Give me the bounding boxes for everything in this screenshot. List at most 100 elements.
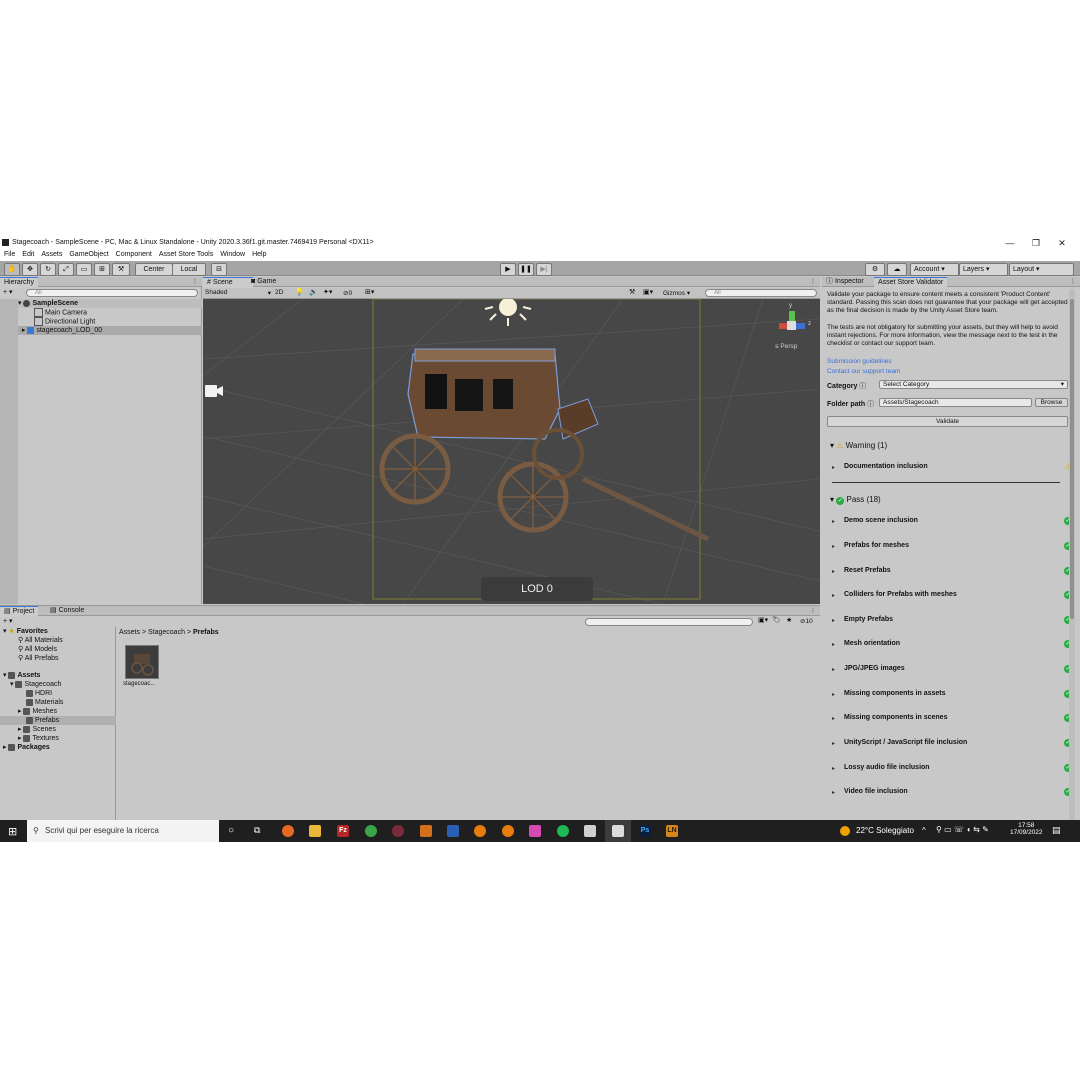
tray-chevron-icon[interactable]: ^ <box>922 826 926 835</box>
pass-item[interactable]: ▸ Reset Prefabs ✓ <box>832 566 1072 578</box>
pass-section-header[interactable]: ▾ ✓ Pass (18) <box>830 495 881 505</box>
stagecoach-model[interactable] <box>379 348 710 542</box>
favorite-all-materials[interactable]: ⚲ All Materials <box>18 636 63 645</box>
folder-hdri[interactable]: HDRI <box>26 689 52 698</box>
task-view-icon[interactable]: ⧉ <box>254 825 260 836</box>
pass-item[interactable]: ▸ Prefabs for meshes ✓ <box>832 541 1072 553</box>
menu-asset-store-tools[interactable]: Asset Store Tools <box>159 249 213 261</box>
project-search-input[interactable] <box>585 618 753 626</box>
create-asset-icon[interactable]: + ▾ <box>3 617 13 625</box>
breadcrumb-prefabs[interactable]: Prefabs <box>193 629 219 636</box>
validate-button[interactable]: Validate <box>827 416 1068 427</box>
folder-path-input[interactable]: Assets/Stagecoach <box>879 398 1032 407</box>
audio-icon[interactable]: 🔊 <box>309 288 318 296</box>
camera-icon[interactable]: ▣▾ <box>643 288 653 296</box>
favorite-icon[interactable]: ★ <box>786 616 792 624</box>
cloud-icon[interactable]: ☁ <box>887 263 907 276</box>
scene-search-input[interactable]: All <box>705 289 817 297</box>
toggle-2d-button[interactable]: 2D <box>275 289 283 296</box>
notification-icon[interactable]: ▤ <box>1052 825 1061 836</box>
breadcrumb-assets[interactable]: Assets <box>119 629 140 636</box>
pass-item[interactable]: ▸ Mesh orientation ✓ <box>832 639 1072 651</box>
transform-tool-icon[interactable]: ⊞ <box>94 263 110 276</box>
scale-tool-icon[interactable]: ⤢ <box>58 263 74 276</box>
orientation-gizmo[interactable]: y z ≤ Persp <box>775 303 815 353</box>
pass-item[interactable]: ▸ Demo scene inclusion ✓ <box>832 516 1072 528</box>
help-icon[interactable]: ⓘ <box>867 401 874 408</box>
pause-button[interactable]: ❚❚ <box>518 263 534 276</box>
menu-file[interactable]: File <box>4 249 15 261</box>
folder-scenes[interactable]: ▸ Scenes <box>18 725 56 734</box>
app-icon[interactable]: LN <box>666 825 678 837</box>
pass-item[interactable]: ▸ Video file inclusion ✓ <box>832 787 1072 799</box>
favorites-header[interactable]: ▾ ★ Favorites <box>3 627 48 636</box>
breadcrumb-stagecoach[interactable]: Stagecoach <box>148 629 185 636</box>
hidden-count[interactable]: ⊘0 <box>343 289 352 297</box>
cortana-icon[interactable]: ○ <box>228 825 234 836</box>
unity-icon[interactable] <box>612 825 624 837</box>
weather-text[interactable]: 22°C Soleggiato <box>856 826 914 835</box>
filter-type-icon[interactable]: ▣▾ <box>758 616 768 624</box>
pass-item[interactable]: ▸ UnityScript / JavaScript file inclusion… <box>832 738 1072 750</box>
app-icon[interactable] <box>529 825 541 837</box>
windows-start-icon[interactable]: ⊞ <box>8 825 17 838</box>
hand-tool-icon[interactable]: ✋ <box>4 263 20 276</box>
pass-item[interactable]: ▸ Missing components in scenes ✓ <box>832 713 1072 725</box>
photoshop-icon[interactable]: Ps <box>639 825 651 837</box>
light-icon[interactable] <box>484 299 532 326</box>
firefox-icon[interactable] <box>282 825 294 837</box>
persp-label[interactable]: ≤ Persp <box>775 343 797 350</box>
packages-root[interactable]: ▸ Packages <box>3 743 50 752</box>
category-dropdown[interactable]: Select Category ▾ <box>879 380 1068 389</box>
pass-item[interactable]: ▸ Colliders for Prefabs with meshes ✓ <box>832 590 1072 602</box>
chrome-icon[interactable] <box>365 825 377 837</box>
contact-support-link[interactable]: Contact our support team <box>827 368 900 375</box>
hidden-packages-count[interactable]: ⊘10 <box>800 617 813 625</box>
browse-button[interactable]: Browse <box>1035 398 1068 407</box>
tab-scene[interactable]: # Scene <box>203 277 253 288</box>
file-explorer-icon[interactable] <box>309 825 321 837</box>
scene-viewport[interactable]: y z ≤ Persp LOD 0 <box>203 299 820 604</box>
favorite-all-models[interactable]: ⚲ All Models <box>18 645 57 654</box>
app-icon[interactable] <box>420 825 432 837</box>
menu-edit[interactable]: Edit <box>22 249 34 261</box>
grid-snap-icon[interactable]: ⊟ <box>211 263 227 276</box>
tab-inspector[interactable]: ⓘ Inspector <box>822 277 868 287</box>
panel-menu-icon[interactable]: ⋮ <box>1070 278 1076 285</box>
collab-gear-icon[interactable]: ⚙ <box>865 263 885 276</box>
unity-hub-icon[interactable] <box>584 825 596 837</box>
hierarchy-item-main-camera[interactable]: Main Camera <box>34 308 87 317</box>
folder-stagecoach[interactable]: ▾ Stagecoach <box>10 680 61 689</box>
inspector-scrollbar[interactable] <box>1069 289 1075 829</box>
space-local-button[interactable]: Local <box>172 263 206 276</box>
folder-prefabs[interactable]: Prefabs <box>0 716 116 725</box>
play-button[interactable]: ▶ <box>500 263 516 276</box>
clock[interactable]: 17:58 17/09/2022 <box>1010 822 1043 836</box>
menu-gameobject[interactable]: GameObject <box>69 249 108 261</box>
panel-menu-icon[interactable]: ⋮ <box>810 278 816 285</box>
warning-section-header[interactable]: ▾ ⚠ Warning (1) <box>830 441 887 450</box>
custom-tool-icon[interactable]: ⚒ <box>112 263 130 276</box>
shading-dropdown[interactable]: Shaded ▾ <box>205 289 271 297</box>
menu-help[interactable]: Help <box>252 249 266 261</box>
tab-game[interactable]: ◙ Game <box>247 277 280 287</box>
submission-guidelines-link[interactable]: Submission guidelines <box>827 358 892 365</box>
blender-icon[interactable] <box>502 825 514 837</box>
tab-asset-store-validator[interactable]: Asset Store Validator <box>874 277 948 288</box>
maximize-button[interactable]: ❐ <box>1023 237 1049 249</box>
app-icon[interactable] <box>392 825 404 837</box>
hierarchy-item-directional-light[interactable]: Directional Light <box>34 317 95 326</box>
folder-materials[interactable]: Materials <box>26 698 63 707</box>
taskbar-search-input[interactable]: ⚲ Scrivi qui per eseguire la ricerca <box>27 820 219 842</box>
move-tool-icon[interactable]: ✥ <box>22 263 38 276</box>
minimize-button[interactable]: — <box>997 237 1023 249</box>
tab-project[interactable]: ▤ Project <box>0 606 39 617</box>
pass-item[interactable]: ▸ Missing components in assets ✓ <box>832 689 1072 701</box>
hierarchy-item-stagecoach[interactable]: ▸ stagecoach_LOD_00 <box>18 326 202 335</box>
gizmos-dropdown[interactable]: Gizmos ▾ <box>663 289 690 297</box>
scrollbar-thumb[interactable] <box>1070 299 1074 619</box>
pass-item[interactable]: ▸ Lossy audio file inclusion ✓ <box>832 763 1072 775</box>
tools-icon[interactable]: ⚒ <box>629 288 635 296</box>
rect-tool-icon[interactable]: ▭ <box>76 263 92 276</box>
spotify-icon[interactable] <box>557 825 569 837</box>
